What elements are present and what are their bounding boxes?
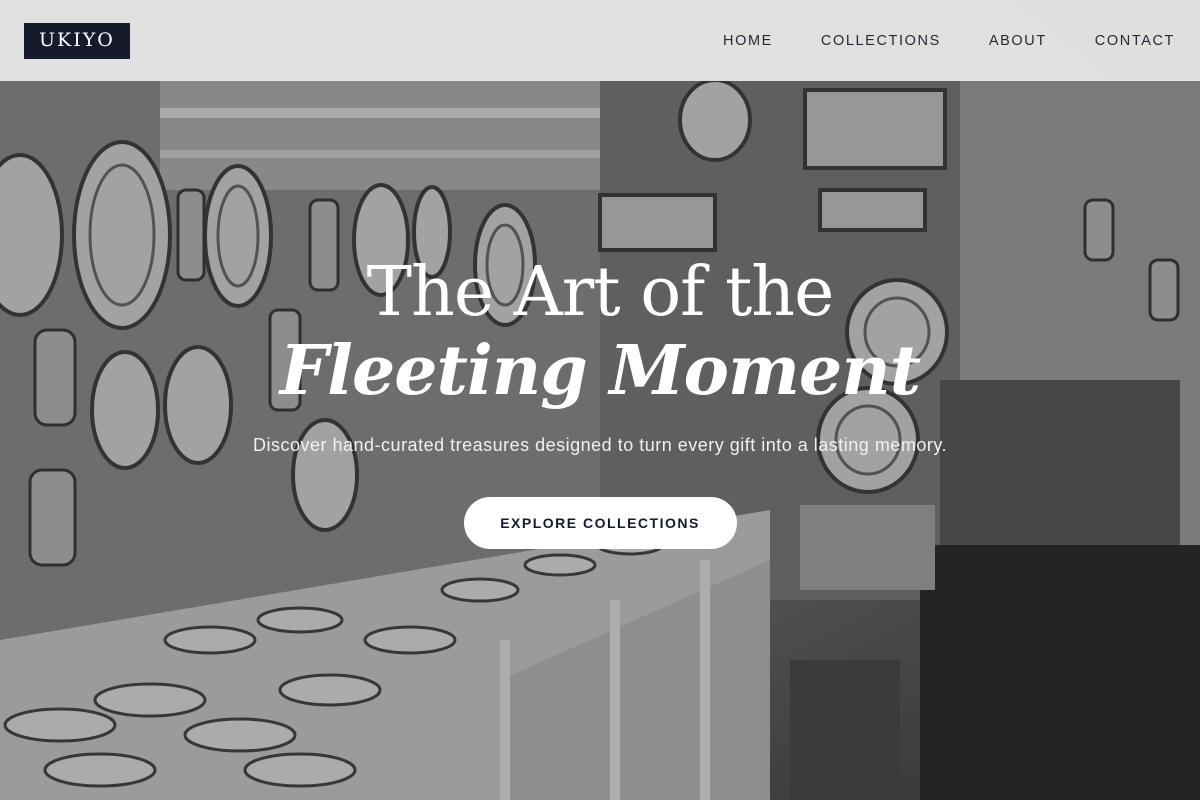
nav-collections[interactable]: COLLECTIONS (821, 33, 941, 49)
hero-title-line1: The Art of the (366, 253, 835, 332)
hero-content: The Art of the Fleeting Moment Discover … (0, 252, 1200, 549)
nav-about[interactable]: ABOUT (989, 33, 1047, 49)
logo[interactable]: UKIYO (24, 22, 130, 59)
site-header: UKIYO HOME COLLECTIONS ABOUT CONTACT (0, 0, 1200, 81)
nav-contact[interactable]: CONTACT (1095, 33, 1175, 49)
hero-subtitle: Discover hand-curated treasures designed… (253, 435, 947, 455)
main-nav: HOME COLLECTIONS ABOUT CONTACT (723, 33, 1176, 49)
hero-title-line2: Fleeting Moment (279, 331, 921, 411)
explore-collections-button[interactable]: EXPLORE COLLECTIONS (463, 497, 737, 549)
hero-title: The Art of the Fleeting Moment (0, 252, 1200, 408)
nav-home[interactable]: HOME (723, 33, 773, 49)
